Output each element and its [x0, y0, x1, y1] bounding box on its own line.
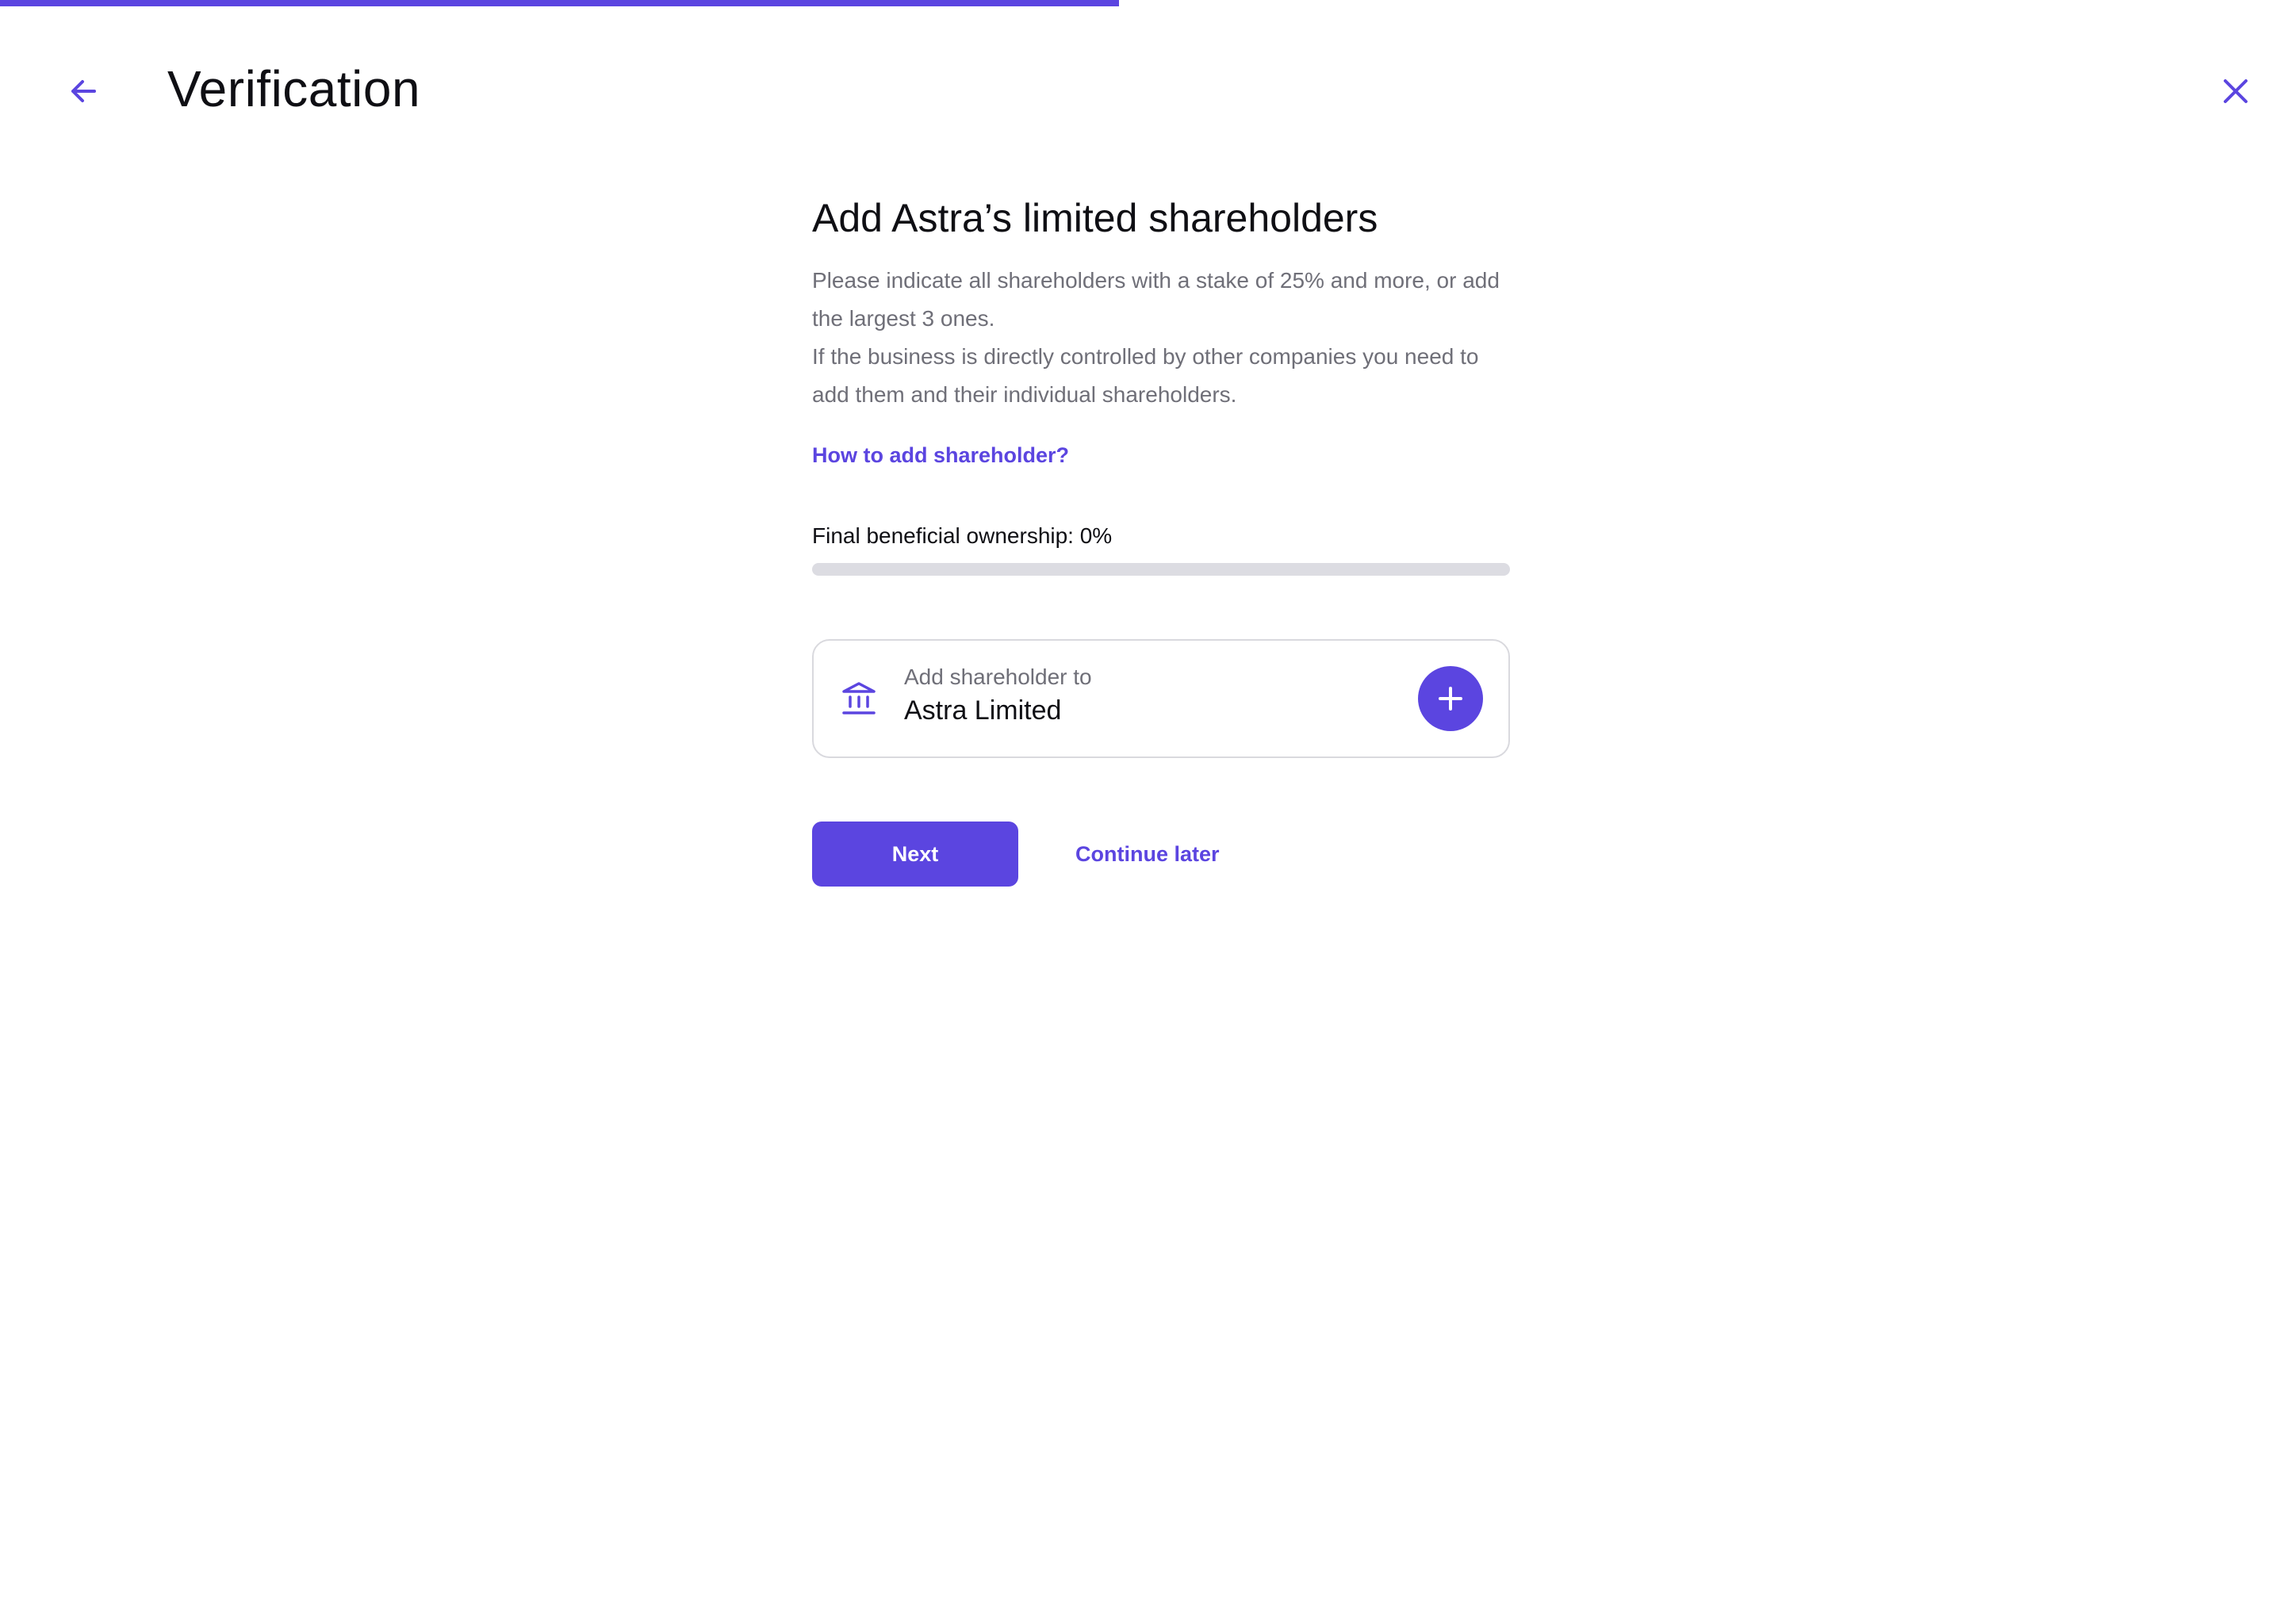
card-text: Add shareholder to Astra Limited	[904, 663, 1092, 730]
description-line: If the business is directly controlled b…	[812, 344, 1479, 407]
continue-later-link[interactable]: Continue later	[1075, 842, 1220, 867]
company-name: Astra Limited	[904, 695, 1062, 726]
back-button[interactable]	[56, 63, 111, 119]
add-shareholder-button[interactable]	[1418, 666, 1483, 731]
description-line: Please indicate all shareholders with a …	[812, 268, 1500, 331]
ownership-progress-bar	[812, 563, 1510, 576]
next-button[interactable]: Next	[812, 822, 1018, 887]
ownership-label: Final beneficial ownership: 0%	[812, 523, 1113, 548]
card-caption: Add shareholder to	[904, 665, 1092, 689]
actions: Next Continue later	[812, 822, 1510, 887]
page-title: Verification	[167, 60, 421, 117]
main-content: Add Astra’s limited shareholders Please …	[812, 190, 1510, 887]
close-button[interactable]	[2208, 63, 2263, 119]
plus-icon	[1439, 687, 1462, 710]
header: Verification	[0, 0, 2284, 174]
section-title: Add Astra’s limited shareholders	[812, 196, 1378, 240]
how-to-add-shareholder-link[interactable]: How to add shareholder?	[812, 439, 1069, 471]
add-shareholder-card[interactable]: Add shareholder to Astra Limited	[812, 639, 1510, 758]
bank-icon	[842, 682, 876, 714]
arrow-left-icon	[71, 80, 96, 102]
description: Please indicate all shareholders with a …	[812, 262, 1510, 414]
close-icon	[2224, 79, 2248, 103]
